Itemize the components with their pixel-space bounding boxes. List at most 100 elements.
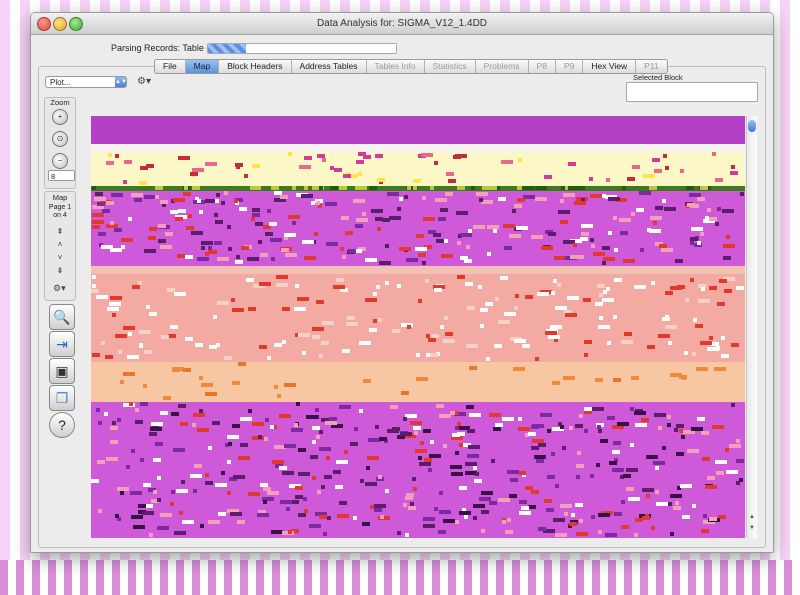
map-cell (362, 212, 366, 216)
map-scrollbar[interactable]: ▲ ▼ (746, 116, 757, 538)
map-cell (292, 186, 296, 190)
map-cell (697, 417, 705, 421)
map-cell (201, 246, 205, 250)
save-button[interactable]: ▣ (49, 358, 75, 384)
next-page-icon[interactable]: ˅ (45, 253, 75, 262)
map-cell (481, 529, 485, 533)
zoom-level-select[interactable]: 8 (48, 170, 75, 181)
map-cell (267, 491, 279, 495)
tab-file[interactable]: File (155, 60, 186, 73)
map-cell (434, 507, 438, 511)
previous-page-icon[interactable]: ˄ (45, 240, 75, 249)
map-cell (600, 439, 608, 443)
copy-button[interactable]: ❐ (49, 385, 75, 411)
map-cell (170, 210, 178, 214)
map-cell (532, 424, 544, 428)
map-cell (654, 169, 662, 173)
scroll-down-icon[interactable]: ▼ (748, 525, 756, 531)
map-cell (284, 233, 296, 237)
map-cell (376, 285, 380, 289)
map-cell (248, 409, 252, 413)
map-cell (144, 350, 152, 354)
map-cell (128, 332, 132, 336)
map-cell (465, 282, 473, 286)
map-cell (563, 193, 575, 197)
map-cell (460, 233, 472, 237)
scroll-thumb[interactable] (748, 120, 756, 132)
data-map-canvas[interactable] (91, 116, 745, 538)
map-cell (443, 444, 447, 448)
tab-statistics[interactable]: Statistics (425, 60, 476, 73)
zoom-icon[interactable]: ⊙ (52, 131, 68, 147)
map-cell (208, 446, 212, 450)
map-cell (406, 258, 418, 262)
map-cell (175, 217, 183, 221)
map-cell (233, 475, 245, 479)
magnifier-icon: 🔍 (53, 309, 71, 325)
map-cell (724, 289, 732, 293)
map-cell (736, 286, 744, 290)
map-cell (547, 475, 555, 479)
gear-icon[interactable]: ⚙▾ (137, 76, 151, 87)
map-cell (690, 278, 694, 282)
zoom-out-icon[interactable]: − (52, 153, 68, 169)
map-cell (365, 482, 377, 486)
map-cell (178, 156, 190, 160)
map-cell (550, 325, 562, 329)
map-cell (367, 456, 379, 460)
map-cell (709, 517, 717, 521)
map-band (91, 116, 745, 144)
tab-tables-info[interactable]: Tables Info (367, 60, 425, 73)
last-page-icon[interactable]: ⇟ (45, 266, 75, 275)
map-gear-icon[interactable]: ⚙▾ (53, 283, 66, 294)
map-cell (227, 225, 231, 229)
search-button[interactable]: 🔍 (49, 304, 75, 330)
map-cell (190, 474, 202, 478)
zoom-in-icon[interactable]: + (52, 109, 68, 125)
map-cell (294, 423, 298, 427)
map-cell (531, 490, 539, 494)
map-cell (415, 449, 427, 453)
map-cell (723, 256, 731, 260)
tab-map[interactable]: Map (185, 60, 220, 73)
map-cell (92, 225, 100, 229)
tab-problems[interactable]: Problems (476, 60, 529, 73)
map-cell (658, 426, 662, 430)
tab-hex-view[interactable]: Hex View (583, 60, 637, 73)
selected-block-field[interactable] (626, 82, 758, 102)
copy-icon: ❐ (55, 390, 69, 406)
map-cell (613, 441, 621, 445)
map-cell (304, 186, 308, 190)
map-cell (165, 232, 173, 236)
plot-select[interactable]: Plot... ▲▼ (45, 76, 127, 88)
tab-p8[interactable]: P8 (529, 60, 556, 73)
map-cell (179, 511, 183, 515)
map-cell (522, 186, 534, 190)
map-cell (180, 422, 188, 426)
export-button[interactable]: ⇥ (49, 331, 75, 357)
map-cell (158, 224, 166, 228)
map-cell (595, 302, 603, 306)
map-cell (172, 368, 180, 372)
map-cell (643, 174, 655, 178)
tab-p11[interactable]: P11 (636, 60, 667, 73)
tab-address-tables[interactable]: Address Tables (292, 60, 367, 73)
map-cell (535, 197, 547, 201)
map-cell (555, 533, 567, 537)
map-cell (109, 302, 121, 306)
map-cell (560, 220, 568, 224)
map-cell (736, 439, 740, 443)
map-cell (668, 502, 672, 506)
map-cell (259, 282, 271, 286)
tab-block-headers[interactable]: Block Headers (219, 60, 292, 73)
help-button[interactable]: ? (49, 412, 75, 438)
tab-p9[interactable]: P9 (556, 60, 584, 73)
map-cell (626, 487, 634, 491)
map-cell (691, 227, 703, 231)
map-cell (731, 403, 735, 407)
first-page-icon[interactable]: ⇞ (45, 227, 75, 236)
map-cell (469, 366, 477, 370)
scroll-up-icon[interactable]: ▲ (748, 514, 756, 520)
map-cell (504, 246, 512, 250)
map-cell (584, 407, 592, 411)
